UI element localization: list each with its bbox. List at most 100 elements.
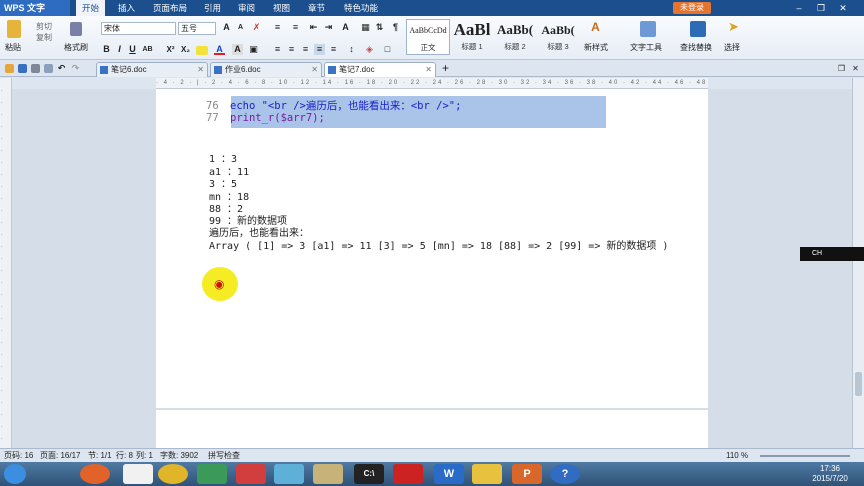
tab-notes7[interactable]: 笔记7.doc ✕ [324,62,436,77]
text-tools-label[interactable]: 文字工具 [630,42,662,53]
close-doc-icon[interactable]: ✕ [850,63,861,74]
distribute-icon[interactable]: ≡ [328,44,339,55]
zoom-level[interactable]: 110 % [726,449,748,462]
line-spacing-icon[interactable]: ↕ [346,44,357,55]
undo-icon[interactable]: ↶ [56,63,67,74]
tab-homework6[interactable]: 作业6.doc ✕ [210,62,322,77]
app-icon-5[interactable] [472,464,502,484]
status-section[interactable]: 节: 1/1 [88,449,112,462]
format-painter-label[interactable]: 格式刷 [64,42,88,53]
cut-button[interactable]: 剪切 [36,21,52,32]
outdent-icon[interactable]: ⇤ [308,22,319,33]
style-heading-1[interactable]: AaBl 标题 1 [450,19,494,55]
firefox-icon[interactable] [80,464,110,484]
find-replace-label[interactable]: 查找替换 [680,42,712,53]
underline-button[interactable]: U [127,44,138,55]
align-center-icon[interactable]: ≡ [286,44,297,55]
output-line[interactable]: Array ( [1] => 3 [a1] => 11 [3] => 5 [mn… [209,237,668,252]
find-replace-icon[interactable] [690,21,706,37]
close-tab-icon[interactable]: ✕ [197,63,204,77]
font-name-select[interactable]: 宋体 [101,22,176,35]
borders-icon[interactable]: □ [382,44,393,55]
style-heading-3[interactable]: AaBb( 标题 3 [536,19,580,55]
style-normal[interactable]: AaBbCcDd 正文 [406,19,450,55]
restore-doc-icon[interactable]: ❐ [836,63,847,74]
font-size-select[interactable]: 五号 [178,22,216,35]
paste-label[interactable]: 粘贴 [5,42,21,53]
zoom-slider[interactable] [760,455,850,457]
paste-icon[interactable] [7,20,21,38]
status-line[interactable]: 行: 8 [116,449,133,462]
menu-references[interactable]: 引用 [204,0,221,16]
chinese-layout-icon[interactable]: A [340,22,351,33]
format-painter-icon[interactable] [70,22,82,36]
ime-toolbar[interactable]: CH [800,247,864,261]
code-line[interactable]: 77 print_r($arr7); [206,112,325,124]
open-icon[interactable] [5,64,14,73]
menu-page-layout[interactable]: 页面布局 [153,0,187,16]
bold-button[interactable]: B [101,44,112,55]
save-icon[interactable] [18,64,27,73]
wps-logo-menu[interactable]: WPS 文字 [0,0,70,16]
select-cursor-icon[interactable]: ➤ [728,20,739,33]
char-border-icon[interactable]: ▣ [248,44,259,55]
redo-icon[interactable]: ↷ [70,63,81,74]
sort-icon[interactable]: ⇅ [374,22,385,33]
restore-icon[interactable]: ❐ [814,2,828,14]
style-heading-2[interactable]: AaBb( 标题 2 [493,19,537,55]
close-tab-icon[interactable]: ✕ [425,63,432,77]
terminal-icon[interactable]: C:\ [354,464,384,484]
status-pages[interactable]: 页面: 16/17 [40,449,80,462]
superscript-icon[interactable]: X² [165,44,176,55]
status-spellcheck[interactable]: 拼写检查 [208,449,240,462]
start-button[interactable] [4,464,26,484]
shading-icon[interactable]: ◈ [364,44,375,55]
new-style-label[interactable]: 新样式 [584,42,608,53]
strikethrough-icon[interactable]: AB [142,44,153,55]
minimize-icon[interactable]: – [792,2,806,14]
chrome-icon[interactable] [158,464,188,484]
menu-special[interactable]: 特色功能 [344,0,378,16]
select-label[interactable]: 选择 [724,42,740,53]
system-clock[interactable]: 17:36 2015/7/20 [800,464,860,484]
highlight-icon[interactable] [196,46,208,55]
indent-icon[interactable]: ⇥ [323,22,334,33]
status-page[interactable]: 页码: 16 [4,449,33,462]
login-button[interactable]: 未登录 [673,2,711,14]
app-icon-3[interactable] [274,464,304,484]
close-tab-icon[interactable]: ✕ [311,63,318,77]
italic-button[interactable]: I [114,44,125,55]
subscript-icon[interactable]: X₂ [180,44,191,55]
table-icon[interactable]: ▦ [360,22,371,33]
font-color-icon[interactable]: A [214,44,225,55]
app-icon-4[interactable] [313,464,343,484]
wps-presentation-icon[interactable]: P [512,464,542,484]
justify-icon[interactable]: ≡ [314,44,325,55]
text-tools-icon[interactable] [640,21,656,37]
app-icon-1[interactable] [197,464,227,484]
vertical-ruler[interactable]: · · · · · · · · · · · · · · · · · · · · · · · · · · · · · · [0,78,12,448]
code-line[interactable]: 76 echo "<br />遍历后，也能看出来：<br />"; [206,98,461,113]
menu-view[interactable]: 视图 [273,0,290,16]
close-icon[interactable]: ✕ [836,2,850,14]
new-style-icon[interactable]: A [590,21,601,33]
explorer-icon[interactable] [123,464,153,484]
char-shading-icon[interactable]: A [232,44,243,55]
preview-icon[interactable] [44,64,53,73]
menu-insert[interactable]: 插入 [118,0,135,16]
bullets-icon[interactable]: ≡ [272,22,283,33]
video-app-icon[interactable] [393,464,423,484]
tab-notes6[interactable]: 笔记6.doc ✕ [96,62,208,77]
status-col[interactable]: 列: 1 [136,449,153,462]
menu-review[interactable]: 审阅 [238,0,255,16]
align-left-icon[interactable]: ≡ [272,44,283,55]
horizontal-ruler[interactable]: · 4 · 2 · | · 2 · 4 · 6 · 8 · 10 · 12 · … [156,78,708,89]
wps-writer-icon[interactable]: W [434,464,464,484]
help-icon[interactable]: ? [550,464,580,484]
menu-home[interactable]: 开始 [76,0,106,16]
copy-button[interactable]: 复制 [36,32,52,43]
vertical-scrollbar[interactable] [852,78,864,448]
app-icon-2[interactable] [236,464,266,484]
next-page[interactable] [156,410,708,448]
show-marks-icon[interactable]: ¶ [390,22,401,33]
